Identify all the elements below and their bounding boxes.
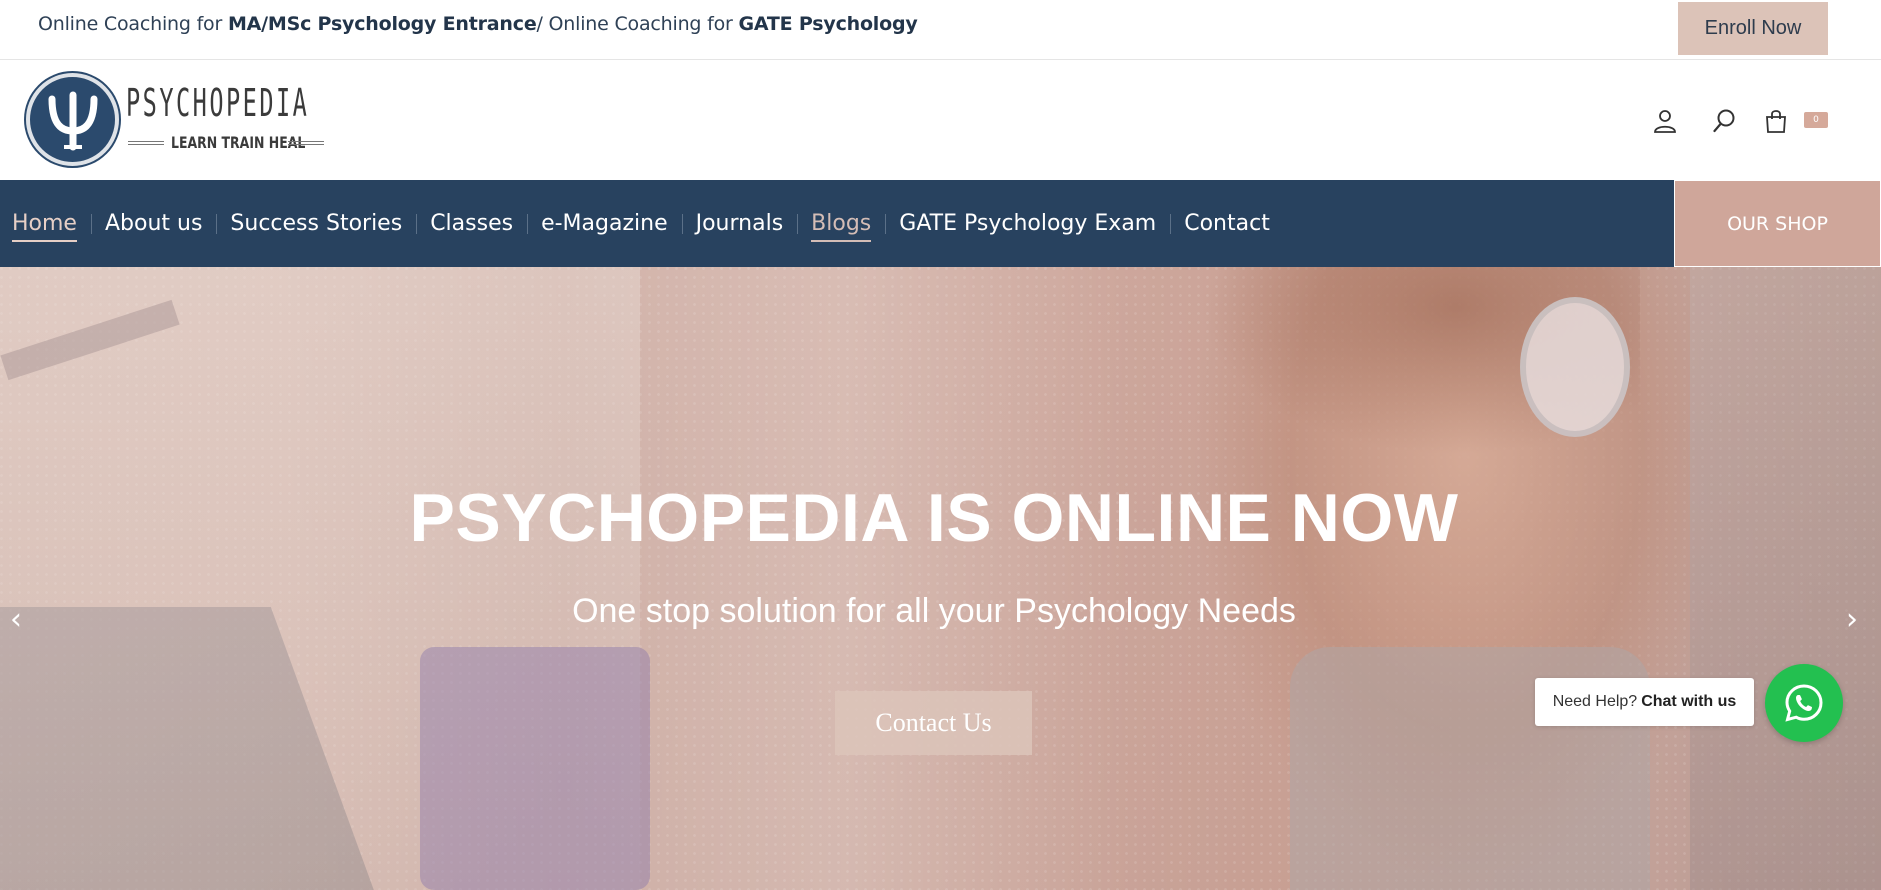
- contact-us-button[interactable]: Contact Us: [835, 691, 1032, 755]
- nav-item-home[interactable]: Home: [12, 210, 91, 242]
- nav-label: Classes: [430, 210, 514, 236]
- logo-wordmark[interactable]: PSYCHOPEDIA: [126, 81, 309, 125]
- our-shop-button[interactable]: OUR SHOP: [1674, 180, 1881, 267]
- cart-icon[interactable]: [1763, 108, 1789, 134]
- main-navigation: Home About us Success Stories Classes e-…: [0, 180, 1881, 267]
- chat-help-prefix: Need Help?: [1552, 693, 1638, 710]
- top-announcement-bar: Online Coaching for MA/MSc Psychology En…: [0, 0, 1881, 60]
- nav-item-success-stories[interactable]: Success Stories: [216, 211, 416, 237]
- slider-prev-arrow-icon[interactable]: ‹: [4, 602, 28, 637]
- chat-help-bubble[interactable]: Need Help? Chat with us: [1535, 678, 1754, 726]
- nav-label: Blogs: [811, 210, 872, 242]
- ticker-text-1: Online Coaching for: [38, 13, 228, 35]
- tagline-divider-left: [128, 141, 164, 145]
- chat-help-bold: Chat with us: [1641, 693, 1737, 710]
- nav-item-classes[interactable]: Classes: [416, 211, 527, 237]
- user-icon[interactable]: [1652, 108, 1678, 134]
- nav-menu: Home About us Success Stories Classes e-…: [0, 180, 1284, 267]
- nav-label: Journals: [695, 210, 784, 236]
- whatsapp-chat-button[interactable]: [1765, 664, 1843, 742]
- nav-item-contact[interactable]: Contact: [1170, 211, 1284, 237]
- nav-label: Success Stories: [230, 210, 403, 236]
- nav-label: Home: [12, 210, 77, 242]
- nav-label: e-Magazine: [541, 210, 668, 236]
- logo-tagline-block: LEARN TRAIN HEAL: [128, 133, 324, 153]
- hero-bg-object: [420, 647, 650, 890]
- hero-subtitle: One stop solution for all your Psycholog…: [572, 592, 1296, 630]
- nav-item-about-us[interactable]: About us: [90, 210, 216, 237]
- nav-item-journals[interactable]: Journals: [681, 210, 798, 237]
- enroll-now-button[interactable]: Enroll Now: [1678, 2, 1828, 55]
- search-icon[interactable]: [1712, 108, 1738, 134]
- hero-bg-shelf: [1690, 267, 1881, 890]
- nav-label: About us: [104, 210, 203, 236]
- hero-bg-headphone: [1520, 297, 1630, 437]
- nav-item-blogs[interactable]: Blogs: [797, 210, 885, 242]
- nav-label: GATE Psychology Exam: [899, 210, 1157, 236]
- ticker-bold-2[interactable]: GATE Psychology: [739, 13, 918, 35]
- nav-item-e-magazine[interactable]: e-Magazine: [527, 211, 682, 237]
- ticker-text-2: / Online Coaching for: [536, 13, 739, 35]
- nav-item-gate-psychology-exam[interactable]: GATE Psychology Exam: [885, 211, 1170, 237]
- site-header: PSYCHOPEDIA LEARN TRAIN HEAL: [0, 61, 1881, 180]
- logo-emblem[interactable]: [26, 73, 119, 166]
- whatsapp-icon: [1785, 684, 1823, 722]
- hero-title: PSYCHOPEDIA IS ONLINE NOW: [409, 480, 1459, 556]
- cart-count-badge: 0: [1804, 112, 1828, 128]
- slider-next-arrow-icon[interactable]: ›: [1840, 602, 1864, 637]
- nav-label: Contact: [1184, 210, 1270, 236]
- announcement-ticker: Online Coaching for MA/MSc Psychology En…: [38, 13, 918, 35]
- hero-slider: PSYCHOPEDIA IS ONLINE NOW One stop solut…: [0, 267, 1881, 890]
- ticker-bold-1[interactable]: MA/MSc Psychology Entrance: [228, 13, 537, 35]
- psi-logo-icon: [48, 91, 97, 150]
- logo-tagline: LEARN TRAIN HEAL: [171, 133, 306, 152]
- tagline-divider-right: [288, 141, 324, 145]
